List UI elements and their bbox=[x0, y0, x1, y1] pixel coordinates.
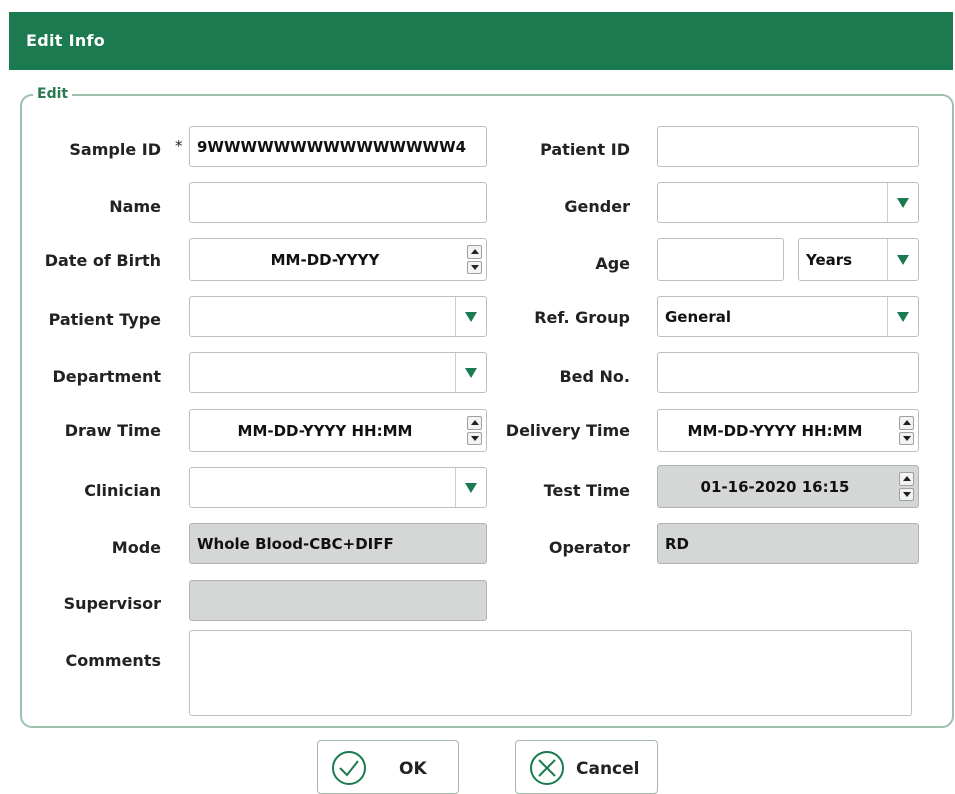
sample-id-label: Sample ID bbox=[69, 140, 161, 159]
department-label: Department bbox=[52, 367, 161, 386]
title-bar: Edit Info bbox=[9, 12, 953, 70]
gender-dropdown-button[interactable] bbox=[887, 183, 918, 222]
draw-time-label: Draw Time bbox=[64, 421, 161, 440]
age-unit-dropdown[interactable]: Years bbox=[798, 238, 919, 281]
test-time-spinner bbox=[899, 472, 914, 501]
triangle-down-icon bbox=[897, 311, 909, 322]
mode-label: Mode bbox=[111, 538, 161, 557]
department-dropdown[interactable] bbox=[189, 352, 487, 393]
delivery-time-spinbox[interactable]: MM-DD-YYYY HH:MM bbox=[657, 409, 919, 452]
draw-time-spinbox[interactable]: MM-DD-YYYY HH:MM bbox=[189, 409, 487, 452]
delivery-time-up-button[interactable] bbox=[899, 416, 914, 430]
test-time-value: 01-16-2020 16:15 bbox=[700, 477, 850, 496]
age-unit-dropdown-button[interactable] bbox=[887, 239, 918, 280]
delivery-time-value: MM-DD-YYYY HH:MM bbox=[687, 421, 863, 440]
arrow-down-icon bbox=[902, 435, 911, 441]
arrow-up-icon bbox=[470, 420, 479, 426]
triangle-down-icon bbox=[897, 197, 909, 208]
arrow-up-icon bbox=[902, 420, 911, 426]
ref-group-value: General bbox=[665, 307, 731, 326]
draw-time-spinner bbox=[467, 416, 482, 445]
arrow-down-icon bbox=[470, 435, 479, 441]
age-unit-value: Years bbox=[806, 250, 853, 269]
bed-no-label: Bed No. bbox=[559, 367, 630, 386]
clinician-dropdown-button[interactable] bbox=[455, 468, 486, 507]
gender-dropdown[interactable] bbox=[657, 182, 919, 223]
date-of-birth-down-button[interactable] bbox=[467, 260, 482, 274]
sample-id-value: 9WWWWWWWWWWWWWWW4 bbox=[197, 137, 467, 156]
ref-group-dropdown-button[interactable] bbox=[887, 297, 918, 336]
check-circle-icon bbox=[332, 751, 366, 785]
age-label: Age bbox=[595, 254, 630, 273]
date-of-birth-value: MM-DD-YYYY bbox=[270, 250, 380, 269]
test-time-up-button bbox=[899, 472, 914, 486]
patient-id-label: Patient ID bbox=[540, 140, 630, 159]
supervisor-field bbox=[189, 580, 487, 621]
window-title: Edit Info bbox=[26, 31, 106, 50]
ref-group-label: Ref. Group bbox=[534, 308, 630, 327]
triangle-down-icon bbox=[465, 482, 477, 493]
age-input[interactable] bbox=[657, 238, 784, 281]
name-input[interactable] bbox=[189, 182, 487, 223]
draw-time-up-button[interactable] bbox=[467, 416, 482, 430]
date-of-birth-spinbox[interactable]: MM-DD-YYYY bbox=[189, 238, 487, 281]
cancel-button[interactable]: Cancel bbox=[515, 740, 658, 794]
clinician-label: Clinician bbox=[84, 481, 161, 500]
delivery-time-spinner bbox=[899, 416, 914, 445]
patient-type-dropdown[interactable] bbox=[189, 296, 487, 337]
delivery-time-down-button[interactable] bbox=[899, 431, 914, 445]
patient-id-input[interactable] bbox=[657, 126, 919, 167]
clinician-dropdown[interactable] bbox=[189, 467, 487, 508]
arrow-down-icon bbox=[470, 264, 479, 270]
date-of-birth-label: Date of Birth bbox=[44, 251, 161, 270]
ok-button-label: OK bbox=[399, 759, 427, 779]
gender-label: Gender bbox=[564, 197, 630, 216]
ref-group-dropdown[interactable]: General bbox=[657, 296, 919, 337]
ok-button[interactable]: OK bbox=[317, 740, 459, 794]
test-time-down-button bbox=[899, 487, 914, 501]
arrow-up-icon bbox=[470, 249, 479, 255]
mode-field: Whole Blood-CBC+DIFF bbox=[189, 523, 487, 564]
cancel-button-label: Cancel bbox=[576, 759, 640, 779]
date-of-birth-up-button[interactable] bbox=[467, 245, 482, 259]
sample-id-input[interactable]: 9WWWWWWWWWWWWWWW4 bbox=[189, 126, 487, 167]
triangle-down-icon bbox=[897, 254, 909, 265]
arrow-down-icon bbox=[902, 491, 911, 497]
triangle-down-icon bbox=[465, 367, 477, 378]
test-time-spinbox: 01-16-2020 16:15 bbox=[657, 465, 919, 508]
date-of-birth-spinner bbox=[467, 245, 482, 274]
operator-value: RD bbox=[665, 534, 690, 553]
x-circle-icon bbox=[530, 751, 564, 785]
supervisor-label: Supervisor bbox=[63, 594, 161, 613]
comments-label: Comments bbox=[65, 651, 162, 670]
delivery-time-label: Delivery Time bbox=[505, 421, 630, 440]
draw-time-value: MM-DD-YYYY HH:MM bbox=[237, 421, 413, 440]
department-dropdown-button[interactable] bbox=[455, 353, 486, 392]
patient-type-dropdown-button[interactable] bbox=[455, 297, 486, 336]
draw-time-down-button[interactable] bbox=[467, 431, 482, 445]
test-time-label: Test Time bbox=[543, 481, 630, 500]
mode-value: Whole Blood-CBC+DIFF bbox=[197, 534, 394, 553]
arrow-up-icon bbox=[902, 476, 911, 482]
triangle-down-icon bbox=[465, 311, 477, 322]
bed-no-input[interactable] bbox=[657, 352, 919, 393]
operator-field: RD bbox=[657, 523, 919, 564]
patient-type-label: Patient Type bbox=[48, 310, 161, 329]
comments-textarea[interactable] bbox=[189, 630, 912, 716]
name-label: Name bbox=[109, 197, 161, 216]
operator-label: Operator bbox=[548, 538, 630, 557]
required-asterisk: * bbox=[175, 137, 183, 155]
groupbox-legend: Edit bbox=[33, 86, 73, 102]
